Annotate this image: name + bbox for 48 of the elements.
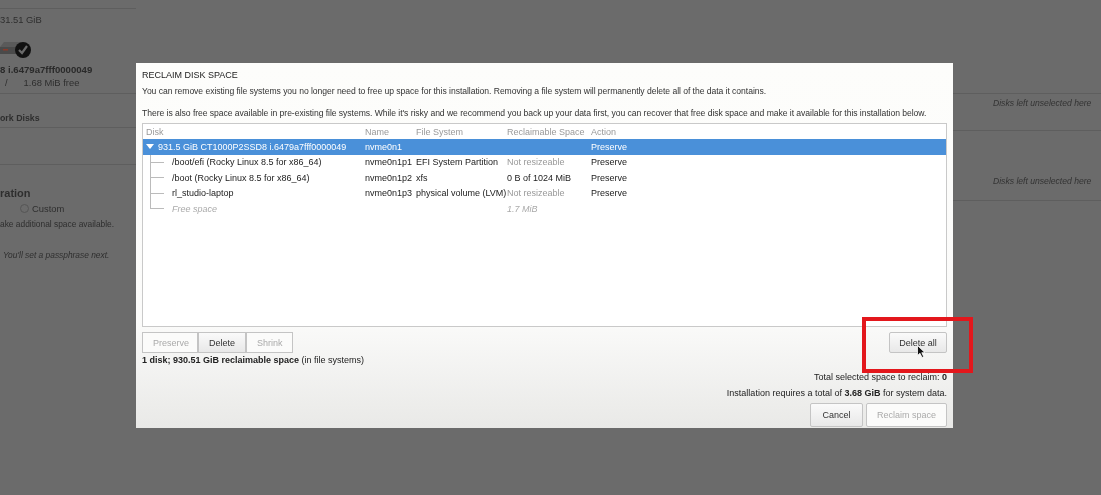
table-cell: Preserve bbox=[591, 172, 627, 183]
table-cell: Preserve bbox=[591, 157, 627, 168]
cursor-icon bbox=[917, 345, 926, 358]
table-row[interactable]: Free space 1.7 MiB bbox=[143, 201, 946, 217]
table-cell: Preserve bbox=[591, 141, 627, 152]
table-cell: Not resizeable bbox=[507, 157, 565, 168]
table-cell: nvme0n1 bbox=[365, 141, 403, 152]
delete-all-button[interactable]: Delete all bbox=[889, 332, 947, 353]
column-header[interactable]: Disk bbox=[146, 124, 365, 139]
action-button[interactable]: Delete bbox=[198, 332, 246, 353]
table-row[interactable]: /boot/efi (Rocky Linux 8.5 for x86_64) nvme0n1p1 EFI System Partition Not resizeable Preserve bbox=[143, 154, 946, 170]
table-cell: nvme0n1p3 bbox=[365, 188, 413, 199]
table-cell: 1.7 MiB bbox=[507, 203, 538, 214]
table-cell: Preserve bbox=[591, 188, 627, 199]
table-cell: nvme0n1p1 bbox=[365, 157, 413, 168]
table-row[interactable]: 931.5 GiB CT1000P2SSD8 i.6479a7fff0000049 nvme0n1 Preserve bbox=[143, 139, 946, 155]
mount-point: / bbox=[5, 77, 8, 88]
table-cell: physical volume (LVM) bbox=[416, 188, 507, 199]
column-header[interactable]: Action bbox=[591, 124, 616, 139]
summary-text: Installation requires a total of 3.68 GiB for system data. bbox=[726, 388, 947, 398]
table-cell: /boot (Rocky Linux 8.5 for x86_64) bbox=[172, 172, 310, 183]
table-row[interactable]: /boot (Rocky Linux 8.5 for x86_64) nvme0n1p2 xfs 0 B of 1024 MiB Preserve bbox=[143, 170, 946, 186]
section-heading: ration bbox=[0, 187, 32, 199]
table-cell: Free space bbox=[172, 203, 218, 214]
table-row[interactable]: rl_studio-laptop nvme0n1p3 physical volume (LVM)Not resizeable Preserve bbox=[143, 185, 946, 201]
summary-text: Total selected space to reclaim: 0 bbox=[813, 372, 947, 382]
table-cell: rl_studio-laptop bbox=[172, 188, 234, 199]
dialog-title: RECLAIM DISK SPACE bbox=[142, 70, 239, 80]
table-cell: 0 B of 1024 MiB bbox=[507, 172, 572, 183]
table-cell: Not resizeable bbox=[507, 188, 565, 199]
radio-label[interactable]: Custom bbox=[32, 203, 65, 214]
free-space: 1.68 MiB free bbox=[23, 77, 80, 88]
table-cell: EFI System Partition bbox=[416, 157, 499, 168]
summary-text: 1 disk; 930.51 GiB reclaimable space (in file systems) bbox=[142, 355, 365, 365]
expander-icon[interactable] bbox=[146, 143, 154, 150]
column-header[interactable]: Reclaimable Space bbox=[507, 124, 591, 139]
table-cell: nvme0n1p2 bbox=[365, 172, 413, 183]
table-cell: 931.5 GiB CT1000P2SSD8 i.6479a7fff0000049 bbox=[158, 141, 347, 152]
table-cell: /boot/efi (Rocky Linux 8.5 for x86_64) bbox=[172, 157, 322, 168]
column-header[interactable]: File System bbox=[416, 124, 507, 139]
dialog-button[interactable]: Cancel bbox=[810, 403, 863, 427]
column-header[interactable]: Name bbox=[365, 124, 416, 139]
table-cell: xfs bbox=[416, 172, 428, 183]
disk-icon[interactable] bbox=[0, 39, 32, 59]
description-text: There is also free space available in pre-existing file systems. While it's risky and we recommend you back up your data first, you can recover that free disk space and make it available for this installation below. bbox=[142, 108, 928, 118]
description-text: You can remove existing file systems you no longer need to free up space for this installation. Removing a file system will permanently delete all of the data it contains. bbox=[142, 86, 768, 96]
disk-id: 8 i.6479a7fff0000049 bbox=[0, 64, 94, 75]
section-heading: ork Disks bbox=[0, 113, 41, 123]
